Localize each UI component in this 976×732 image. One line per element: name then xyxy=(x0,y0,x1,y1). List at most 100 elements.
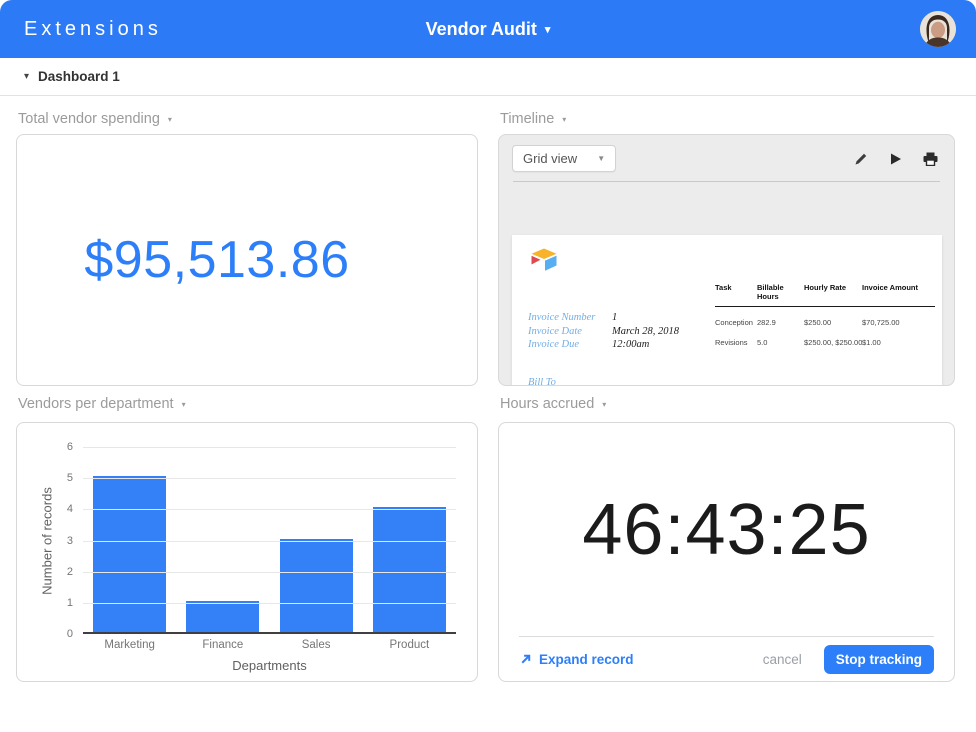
y-tick-label: 5 xyxy=(66,472,73,485)
chart-panel-title: Vendors per department ▾ xyxy=(16,386,478,422)
base-title-dropdown[interactable]: Vendor Audit ▾ xyxy=(426,19,551,40)
invoice-column-header: Task xyxy=(715,283,732,292)
invoice-column-header: Hourly Rate xyxy=(804,283,847,292)
gridline xyxy=(83,602,456,604)
invoice-column-header: Invoice Amount xyxy=(862,283,918,292)
invoice-cell: Revisions xyxy=(715,338,748,347)
spending-title-label: Total vendor spending xyxy=(18,111,160,127)
invoice-table-row: Revisions 5.0 $250.00, $250.00 $1.00 xyxy=(715,338,935,347)
invoice-column-header: Billable Hours xyxy=(757,283,784,301)
airtable-logo-icon xyxy=(531,248,557,271)
hours-footer: Expand record cancel Stop tracking xyxy=(519,636,934,681)
y-tick-label: 3 xyxy=(66,534,73,547)
printer-icon[interactable] xyxy=(923,152,938,166)
expand-record-link[interactable]: Expand record xyxy=(519,652,634,667)
invoice-field-label: Invoice Due xyxy=(528,339,580,350)
hours-title-label: Hours accrued xyxy=(500,396,595,412)
base-title-label: Vendor Audit xyxy=(425,18,537,39)
gridline xyxy=(83,509,456,511)
x-tick-label: Finance xyxy=(202,639,244,651)
invoice-table: Task Billable Hours Hourly Rate Invoice Amo… xyxy=(715,283,935,347)
hours-panel-title: Hours accrued ▾ xyxy=(498,386,955,422)
play-icon[interactable] xyxy=(889,152,902,166)
avatar[interactable] xyxy=(920,11,956,47)
invoice-field-row: Invoice Due 12:00am xyxy=(528,338,679,352)
avatar-image xyxy=(920,11,956,47)
timeline-panel-title: Timeline ▾ xyxy=(498,104,955,134)
timeline-card: Grid view ▼ Invoice Number 1 Invoice Dat… xyxy=(498,134,955,386)
chevron-down-icon: ▼ xyxy=(597,154,606,163)
timer-value: 46:43:25 xyxy=(582,489,871,570)
chart-title-label: Vendors per department xyxy=(18,396,174,412)
chevron-down-icon[interactable]: ▾ xyxy=(182,400,186,409)
view-selector[interactable]: Grid view ▼ xyxy=(512,145,617,172)
invoice-fields: Invoice Number 1 Invoice Date March 28, 201… xyxy=(528,311,679,352)
x-tick-label: Sales xyxy=(301,639,331,651)
cancel-button[interactable]: cancel xyxy=(763,652,802,667)
invoice-table-row: Conception 282.9 $250.00 $70,725.00 xyxy=(715,318,935,327)
spending-card: $95,513.86 xyxy=(16,134,478,386)
invoice-cell: $70,725.00 xyxy=(862,318,900,327)
chevron-down-icon: ▾ xyxy=(24,71,30,82)
gridline xyxy=(83,571,456,573)
expand-arrow-icon xyxy=(521,654,531,663)
gridline xyxy=(83,540,456,542)
total-spending-value: $95,513.86 xyxy=(84,231,350,289)
invoice-billto-label: Bill To xyxy=(528,377,556,386)
gridline xyxy=(83,447,456,448)
x-tick-label: Marketing xyxy=(104,639,155,651)
invoice-table-header: Task Billable Hours Hourly Rate Invoice Amo… xyxy=(715,283,935,307)
invoice-field-value: March 28, 2018 xyxy=(612,325,679,337)
invoice-field-row: Invoice Number 1 xyxy=(528,311,679,325)
bar-product[interactable] xyxy=(372,507,446,632)
extensions-dashboard-window: Extensions Vendor Audit ▾ ▾ Dashboard 1 … xyxy=(0,0,976,732)
y-tick-label: 0 xyxy=(66,628,73,640)
invoice-preview[interactable]: Invoice Number 1 Invoice Date March 28, 201… xyxy=(512,235,942,386)
invoice-field-label: Invoice Date xyxy=(528,325,582,337)
chart-x-labels: Marketing Finance Sales Product xyxy=(83,639,456,651)
chevron-down-icon[interactable]: ▾ xyxy=(602,400,606,409)
bar-sales[interactable] xyxy=(279,538,353,632)
gridline xyxy=(83,478,456,480)
dashboard-bar[interactable]: ▾ Dashboard 1 xyxy=(0,58,976,96)
invoice-cell: $250.00, $250.00 xyxy=(804,338,863,347)
chart-bars xyxy=(83,447,456,632)
vendors-chart-card: Number of records 0123456 Marketing Finan… xyxy=(16,422,478,682)
pencil-icon[interactable] xyxy=(854,152,868,166)
dashboard-grid: Total vendor spending ▾ Timeline ▾ $95,5… xyxy=(0,96,976,682)
chevron-down-icon: ▾ xyxy=(544,23,551,36)
y-tick-label: 1 xyxy=(66,596,73,609)
view-selector-label: Grid view xyxy=(523,151,578,166)
chart-plot-area: 0 1 2 3 4 5 6 xyxy=(67,441,456,640)
invoice-cell: $1.00 xyxy=(862,338,881,347)
invoice-field-row: Invoice Date March 28, 2018 xyxy=(528,325,679,339)
expand-record-label: Expand record xyxy=(539,651,634,667)
invoice-field-value: 1 xyxy=(612,312,618,323)
invoice-table-body: Conception 282.9 $250.00 $70,725.00 Revision… xyxy=(715,318,935,347)
dashboard-name: Dashboard 1 xyxy=(38,69,120,84)
invoice-cell: 5.0 xyxy=(757,338,768,347)
spending-panel-title: Total vendor spending ▾ xyxy=(16,104,478,134)
timer-area: 46:43:25 xyxy=(499,423,954,636)
timeline-body: Invoice Number 1 Invoice Date March 28, 201… xyxy=(499,180,954,385)
x-tick-label: Product xyxy=(389,639,430,651)
y-tick-label: 6 xyxy=(66,441,73,453)
invoice-cell: $250.00 xyxy=(804,318,832,327)
chevron-down-icon[interactable]: ▾ xyxy=(562,115,566,124)
chevron-down-icon[interactable]: ▾ xyxy=(168,115,172,124)
hours-card: 46:43:25 Expand record cancel Stop track… xyxy=(498,422,955,682)
invoice-cell: Conception xyxy=(715,318,753,327)
y-tick-label: 2 xyxy=(66,565,73,578)
timeline-toolbar-icons xyxy=(854,152,938,166)
bar-finance[interactable] xyxy=(186,600,260,632)
invoice-field-label: Invoice Number xyxy=(528,312,596,323)
timeline-toolbar: Grid view ▼ xyxy=(499,135,954,181)
chart-x-axis-title: Departments xyxy=(232,658,307,673)
app-title: Extensions xyxy=(24,17,162,40)
bar-marketing[interactable] xyxy=(93,476,167,632)
timeline-title-label: Timeline xyxy=(500,111,555,127)
y-tick-label: 4 xyxy=(66,503,73,516)
stop-tracking-button[interactable]: Stop tracking xyxy=(823,644,934,674)
invoice-cell: 282.9 xyxy=(757,318,776,327)
invoice-field-value: 12:00am xyxy=(612,339,650,350)
